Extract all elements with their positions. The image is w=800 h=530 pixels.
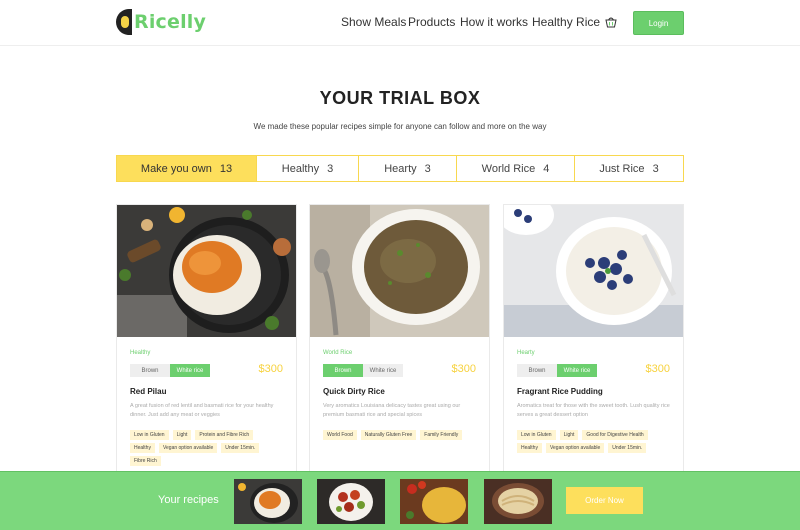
card-body: World Rice Brown White rice $300 Quick D… [310, 342, 489, 448]
login-button[interactable]: Login [633, 11, 684, 35]
page-title: YOUR TRIAL BOX [319, 88, 481, 108]
nav-item-how-it-works[interactable]: How it works [460, 15, 528, 29]
tab-label: World Rice [481, 162, 536, 175]
card-description: A great fusion of red lentil and basmati… [130, 403, 274, 418]
tab-count: 3 [652, 162, 659, 175]
basket-icon[interactable] [604, 15, 618, 29]
logo[interactable]: Ricelly [116, 9, 206, 35]
tab-count: 13 [219, 162, 233, 175]
card-tags: World Food Naturally Gluten Free Family … [323, 430, 473, 440]
logo-mark-icon [116, 9, 132, 35]
tag: Family Friendly [420, 430, 463, 440]
card-description: Very aromatics Louisiana delicacy tastes… [323, 403, 461, 418]
tab-label: Make you own [140, 162, 212, 175]
tag: Vegan option available [545, 443, 605, 453]
header: Ricelly Show Meals Products How it works… [0, 0, 800, 46]
tag: Fibre Rich [130, 456, 161, 466]
recipe-image-red-pilau [117, 205, 296, 337]
recipe-image-quick-dirty-rice [310, 205, 489, 337]
card-price: $300 [258, 363, 283, 375]
nav-item-healthy-rice[interactable]: Healthy Rice [532, 15, 600, 29]
tab-label: Healthy [281, 162, 320, 175]
recipe-thumbnail[interactable] [484, 479, 552, 524]
nav-link-products[interactable]: Products [408, 15, 455, 29]
tag: World Food [323, 430, 357, 440]
page-subtitle: We made these popular recipes simple for… [253, 122, 547, 131]
option-brown[interactable]: Brown [517, 364, 557, 377]
tag: Low in Gluten [130, 430, 169, 440]
tag: Healthy [517, 443, 542, 453]
nav-link-how-it-works[interactable]: How it works [460, 15, 528, 29]
tab-count: 4 [543, 162, 550, 175]
tag: Protein and Fibre Rich [195, 430, 254, 440]
tab-count: 3 [424, 162, 431, 175]
tag: Light [559, 430, 579, 440]
tag: Healthy [130, 443, 155, 453]
recipes-bottom-bar: Your recipes Order Now [0, 471, 800, 530]
logo-text: Ricelly [134, 11, 207, 33]
tab-count: 3 [327, 162, 334, 175]
recipe-card-fragrant-rice-pudding[interactable]: Hearty Brown White rice $300 Fragrant Ri… [503, 204, 684, 484]
option-white-rice[interactable]: White rice [557, 364, 597, 377]
recipe-thumbnail[interactable] [400, 479, 468, 524]
recipe-card-red-pilau[interactable]: Healthy Brown White rice $300 Red Pilau … [116, 204, 297, 484]
card-price: $300 [451, 363, 476, 375]
card-description: Aromatics treat for those with the sweet… [517, 403, 670, 418]
recipe-card-quick-dirty-rice[interactable]: World Rice Brown White rice $300 Quick D… [309, 204, 490, 484]
card-price: $300 [645, 363, 670, 375]
option-brown[interactable]: Brown [130, 364, 170, 377]
tag: Under 15min. [221, 443, 260, 453]
your-recipes-label: Your recipes [158, 494, 219, 506]
nav-link-healthy-rice[interactable]: Healthy Rice [532, 15, 600, 29]
tag: Naturally Gluten Free [360, 430, 417, 440]
nav-link-show-meals[interactable]: Show Meals [341, 15, 406, 29]
option-white-rice[interactable]: White rice [170, 364, 210, 377]
card-tags: Low in Gluten Light Protein and Fibre Ri… [130, 430, 280, 466]
tab-healthy[interactable]: Healthy 3 [257, 156, 359, 181]
tab-world-rice[interactable]: World Rice 4 [457, 156, 575, 181]
card-title: Quick Dirty Rice [323, 387, 385, 396]
card-title: Red Pilau [130, 387, 167, 396]
nav-item-products[interactable]: Products [408, 15, 455, 29]
option-white-rice[interactable]: White rice [363, 364, 403, 377]
card-category: Healthy [130, 350, 151, 356]
tag: Vegan option available [158, 443, 218, 453]
tag: Low in Gluten [517, 430, 556, 440]
nav-item-show-meals[interactable]: Show Meals [341, 15, 406, 29]
tab-label: Just Rice [599, 162, 645, 175]
tab-label: Hearty [384, 162, 417, 175]
category-tabs: Make you own 13 Healthy 3 Hearty 3 World Ri… [116, 155, 684, 182]
option-brown[interactable]: Brown [323, 364, 363, 377]
tab-make-you-own[interactable]: Make you own 13 [117, 156, 257, 181]
card-body: Healthy Brown White rice $300 Red Pilau … [117, 342, 296, 474]
card-tags: Low in Gluten Light Good for Digestive H… [517, 430, 667, 453]
card-category: World Rice [323, 350, 353, 356]
tag: Light [172, 430, 192, 440]
card-title: Fragrant Rice Pudding [517, 387, 603, 396]
tag: Under 15min. [608, 443, 647, 453]
tab-just-rice[interactable]: Just Rice 3 [575, 156, 683, 181]
recipe-image-fragrant-rice-pudding [504, 205, 683, 337]
card-category: Hearty [517, 350, 535, 356]
recipe-thumbnail[interactable] [234, 479, 302, 524]
card-body: Hearty Brown White rice $300 Fragrant Ri… [504, 342, 683, 461]
recipe-thumbnail[interactable] [317, 479, 385, 524]
order-now-button[interactable]: Order Now [566, 487, 643, 514]
tab-hearty[interactable]: Hearty 3 [359, 156, 457, 181]
tag: Good for Digestive Health [582, 430, 648, 440]
